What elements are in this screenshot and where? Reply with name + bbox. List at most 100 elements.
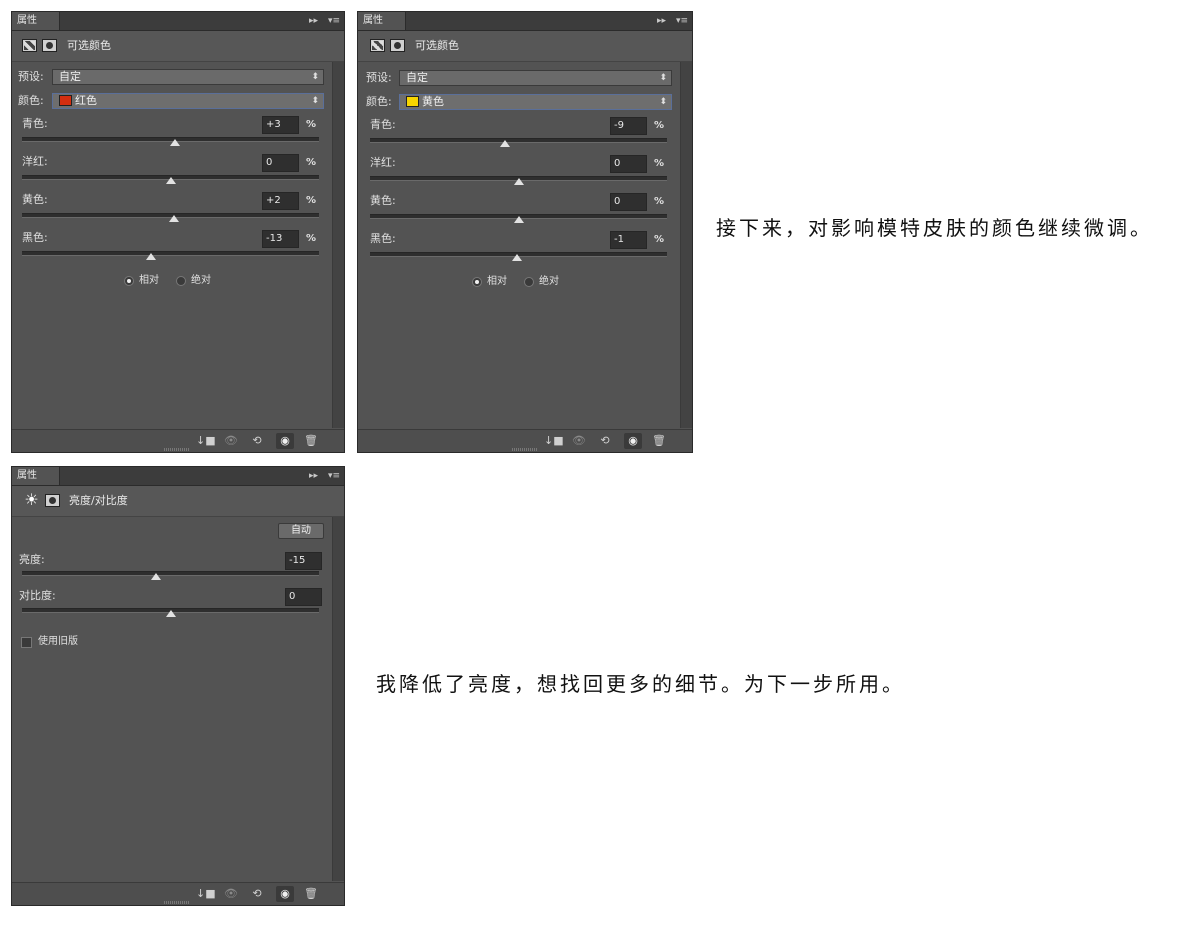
- preset-value: 自定: [406, 71, 428, 84]
- reset-icon[interactable]: ⟲: [596, 433, 614, 449]
- color-swatch: [406, 96, 419, 107]
- clip-to-layer-icon[interactable]: ↓■: [196, 433, 216, 449]
- resize-grip[interactable]: [164, 448, 190, 451]
- layer-mask-icon[interactable]: [42, 39, 57, 52]
- black-label: 黑色:: [22, 231, 48, 244]
- magenta-label: 洋红:: [370, 156, 396, 169]
- trash-icon[interactable]: 🗑︎: [302, 886, 320, 902]
- absolute-radio[interactable]: [176, 276, 186, 286]
- yellow-slider-thumb[interactable]: [169, 215, 179, 222]
- relative-radio[interactable]: [472, 277, 482, 287]
- cyan-label: 青色:: [370, 118, 396, 131]
- black-unit: %: [306, 233, 317, 244]
- clip-to-layer-icon[interactable]: ↓■: [196, 886, 216, 902]
- brightness-slider-thumb[interactable]: [151, 573, 161, 580]
- selective-color-icon[interactable]: [22, 39, 37, 52]
- cyan-slider-thumb[interactable]: [170, 139, 180, 146]
- reset-icon[interactable]: ⟲: [248, 433, 266, 449]
- yellow-unit: %: [306, 195, 317, 206]
- legacy-checkbox[interactable]: [21, 637, 32, 648]
- view-previous-state-icon[interactable]: 👁︎: [222, 433, 240, 449]
- cyan-input[interactable]: -9: [610, 117, 647, 135]
- black-label: 黑色:: [370, 232, 396, 245]
- cyan-slider-thumb[interactable]: [500, 140, 510, 147]
- adjustment-title: 可选颜色: [415, 39, 459, 52]
- cyan-input[interactable]: +3: [262, 116, 299, 134]
- black-slider-thumb[interactable]: [512, 254, 522, 261]
- panel-menu-icon[interactable]: ▾≡: [328, 12, 340, 30]
- preset-label: 预设:: [366, 71, 392, 84]
- magenta-input[interactable]: 0: [610, 155, 647, 173]
- relative-label: 相对: [139, 275, 159, 286]
- clip-to-layer-icon[interactable]: ↓■: [544, 433, 564, 449]
- selective-color-icon[interactable]: [370, 39, 385, 52]
- black-slider-track[interactable]: [22, 251, 319, 256]
- relative-radio[interactable]: [124, 276, 134, 286]
- properties-tab[interactable]: 属性: [358, 12, 406, 30]
- panel-menu-icon[interactable]: ▾≡: [328, 467, 340, 485]
- panel-footer: ↓■ 👁︎ ⟲ ◉ 🗑︎: [12, 429, 344, 452]
- cyan-label: 青色:: [22, 117, 48, 130]
- properties-tab[interactable]: 属性: [12, 12, 60, 30]
- layer-mask-icon[interactable]: [45, 494, 60, 507]
- cyan-slider-track[interactable]: [370, 138, 667, 143]
- dropdown-arrow-icon: ⬍: [311, 72, 319, 82]
- collapse-icon[interactable]: ▸▸: [657, 12, 666, 30]
- absolute-label: 绝对: [539, 276, 559, 287]
- properties-tab[interactable]: 属性: [12, 467, 60, 485]
- resize-grip[interactable]: [512, 448, 538, 451]
- auto-button[interactable]: 自动: [278, 523, 324, 539]
- dropdown-arrow-icon: ⬍: [311, 96, 319, 106]
- magenta-input[interactable]: 0: [262, 154, 299, 172]
- preset-label: 预设:: [18, 70, 44, 83]
- color-dropdown[interactable]: 红色 ⬍: [52, 93, 324, 109]
- magenta-unit: %: [306, 157, 317, 168]
- panel-menu-icon[interactable]: ▾≡: [676, 12, 688, 30]
- contrast-slider-thumb[interactable]: [166, 610, 176, 617]
- brightness-input[interactable]: -15: [285, 552, 322, 570]
- trash-icon[interactable]: 🗑︎: [302, 433, 320, 449]
- adjustment-title: 可选颜色: [67, 39, 111, 52]
- visibility-eye-icon[interactable]: ◉: [276, 886, 294, 902]
- magenta-slider-thumb[interactable]: [514, 178, 524, 185]
- reset-icon[interactable]: ⟲: [248, 886, 266, 902]
- magenta-slider-thumb[interactable]: [166, 177, 176, 184]
- yellow-input[interactable]: +2: [262, 192, 299, 210]
- yellow-input[interactable]: 0: [610, 193, 647, 211]
- black-input[interactable]: -1: [610, 231, 647, 249]
- visibility-eye-icon[interactable]: ◉: [624, 433, 642, 449]
- magenta-label: 洋红:: [22, 155, 48, 168]
- collapse-icon[interactable]: ▸▸: [309, 467, 318, 485]
- collapse-icon[interactable]: ▸▸: [309, 12, 318, 30]
- black-slider-thumb[interactable]: [146, 253, 156, 260]
- selective-color-panel-yellow: 属性 ▸▸ ▾≡ 可选颜色 预设: 自定 ⬍ 颜色: 黄色 ⬍ 青色: -9 %…: [357, 11, 693, 453]
- adjustment-title: 亮度/对比度: [69, 494, 128, 507]
- contrast-input[interactable]: 0: [285, 588, 322, 606]
- panel-footer: ↓■ 👁︎ ⟲ ◉ 🗑︎: [12, 882, 344, 905]
- magenta-unit: %: [654, 158, 665, 169]
- panel-titlebar: 属性 ▸▸ ▾≡: [12, 12, 344, 31]
- color-dropdown[interactable]: 黄色 ⬍: [399, 94, 672, 110]
- scrollbar[interactable]: [680, 62, 692, 428]
- preset-dropdown[interactable]: 自定 ⬍: [399, 70, 672, 86]
- adjustment-header: 可选颜色: [358, 31, 692, 62]
- scrollbar[interactable]: [332, 517, 344, 881]
- view-previous-state-icon[interactable]: 👁︎: [222, 886, 240, 902]
- brightness-slider-track[interactable]: [22, 571, 319, 576]
- brightness-sun-icon[interactable]: ☀: [23, 491, 40, 508]
- absolute-radio[interactable]: [524, 277, 534, 287]
- view-previous-state-icon[interactable]: 👁︎: [570, 433, 588, 449]
- black-input[interactable]: -13: [262, 230, 299, 248]
- scrollbar[interactable]: [332, 62, 344, 428]
- visibility-eye-icon[interactable]: ◉: [276, 433, 294, 449]
- layer-mask-icon[interactable]: [390, 39, 405, 52]
- yellow-label: 黄色:: [370, 194, 396, 207]
- preset-dropdown[interactable]: 自定 ⬍: [52, 69, 324, 85]
- preset-value: 自定: [59, 70, 81, 83]
- black-unit: %: [654, 234, 665, 245]
- trash-icon[interactable]: 🗑︎: [650, 433, 668, 449]
- panel-titlebar: 属性 ▸▸ ▾≡: [12, 467, 344, 486]
- selective-color-panel-red: 属性 ▸▸ ▾≡ 可选颜色 预设: 自定 ⬍ 颜色: 红色 ⬍ 青色: +3 %…: [11, 11, 345, 453]
- resize-grip[interactable]: [164, 901, 190, 904]
- yellow-slider-thumb[interactable]: [514, 216, 524, 223]
